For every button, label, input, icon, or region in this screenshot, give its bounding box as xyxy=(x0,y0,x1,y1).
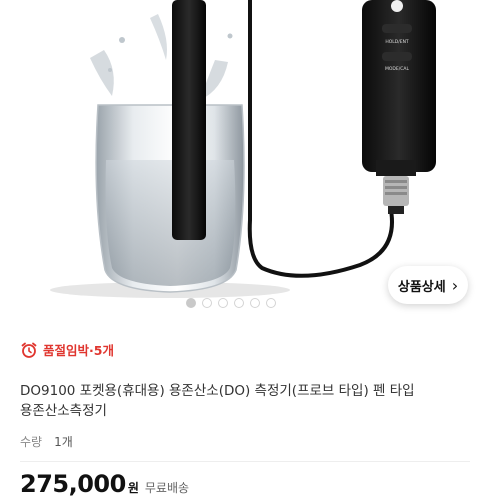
product-title-line1: DO9100 포켓용(휴대용) 용존산소(DO) 측정기(프로브 타입) 펜 타… xyxy=(20,383,415,399)
hold-enter-label: HOLD/ENT xyxy=(385,39,409,45)
product-image-gallery[interactable]: HOLD/ENT MODE/CAL 상품상세 › xyxy=(0,0,490,318)
pagination-dot[interactable] xyxy=(218,298,228,308)
product-title: DO9100 포켓용(휴대용) 용존산소(DO) 측정기(프로브 타입) 펜 타… xyxy=(20,381,470,421)
stock-warning-badge: 품절임박·5개 xyxy=(20,340,114,359)
gallery-pagination xyxy=(186,298,276,308)
quantity-row: 수량 1개 xyxy=(20,433,73,450)
price-row: 275,000 원 무료배송 xyxy=(20,470,189,498)
price-unit: 원 xyxy=(127,481,139,495)
alarm-clock-icon xyxy=(21,342,37,358)
divider xyxy=(20,461,470,462)
mode-cal-label: MODE/CAL xyxy=(385,66,409,72)
pagination-dot[interactable] xyxy=(202,298,212,308)
product-title-line2: 용존산소측정기 xyxy=(20,403,107,419)
quantity-label: 수량 xyxy=(20,435,43,449)
pagination-dot[interactable] xyxy=(186,298,196,308)
product-detail-button[interactable]: 상품상세 › xyxy=(388,266,468,304)
chevron-right-icon: › xyxy=(451,275,459,295)
pagination-dot[interactable] xyxy=(266,298,276,308)
price-amount: 275,000 xyxy=(20,470,126,498)
shipping-info: 무료배송 xyxy=(144,481,190,495)
stock-warning-text: 품절임박·5개 xyxy=(43,343,114,358)
pagination-dot[interactable] xyxy=(234,298,244,308)
product-detail-label: 상품상세 xyxy=(397,279,446,295)
quantity-value: 1개 xyxy=(54,435,73,449)
pagination-dot[interactable] xyxy=(250,298,260,308)
